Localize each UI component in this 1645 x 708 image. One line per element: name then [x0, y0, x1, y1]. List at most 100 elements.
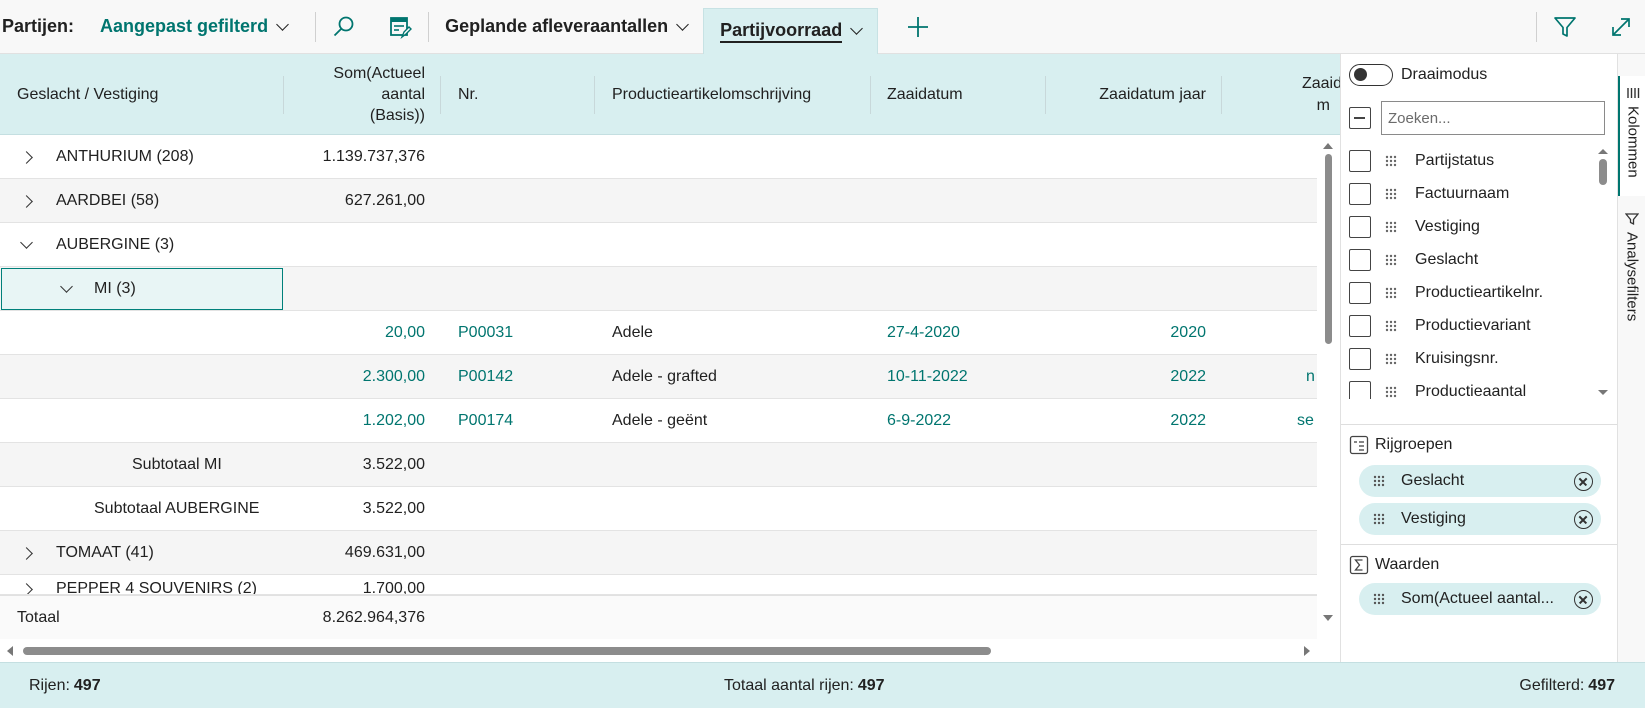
- drag-handle-icon[interactable]: [1385, 386, 1399, 398]
- drag-handle-icon[interactable]: [1385, 287, 1399, 299]
- select-all-checkbox[interactable]: [1349, 107, 1371, 129]
- search-button[interactable]: [324, 7, 364, 47]
- drag-handle-icon[interactable]: [1373, 513, 1387, 525]
- column-checkbox[interactable]: [1349, 347, 1371, 370]
- chevron-down-icon[interactable]: [20, 236, 33, 249]
- add-view-button[interactable]: [898, 7, 938, 47]
- scroll-up-icon[interactable]: [1323, 143, 1333, 149]
- column-divider[interactable]: [283, 76, 284, 114]
- scroll-thumb[interactable]: [23, 647, 991, 655]
- column-checkbox[interactable]: [1349, 314, 1371, 337]
- remove-icon[interactable]: [1574, 472, 1593, 491]
- drag-handle-icon[interactable]: [1385, 188, 1399, 200]
- column-checkbox[interactable]: [1349, 149, 1371, 172]
- column-checkbox[interactable]: [1349, 281, 1371, 304]
- row-group-chip[interactable]: Geslacht: [1359, 465, 1601, 497]
- drag-handle-icon[interactable]: [1373, 475, 1387, 487]
- scroll-right-icon[interactable]: [1304, 646, 1310, 656]
- value-chip[interactable]: Som(Actueel aantal...: [1359, 583, 1601, 615]
- scroll-thumb[interactable]: [1599, 159, 1607, 185]
- panel-scrollbar[interactable]: [1596, 144, 1610, 404]
- row-group-chip[interactable]: Vestiging: [1359, 503, 1601, 535]
- scroll-down-icon[interactable]: [1598, 390, 1608, 395]
- column-item[interactable]: Productievariant: [1349, 309, 1594, 342]
- column-divider[interactable]: [1045, 76, 1046, 114]
- tab-columns[interactable]: Kolommen: [1618, 76, 1645, 196]
- table-row[interactable]: AARDBEI (58) 627.261,00: [0, 179, 1317, 223]
- column-item[interactable]: Partijstatus: [1349, 144, 1594, 177]
- filter-dropdown[interactable]: Aangepast gefilterd: [100, 16, 289, 37]
- column-item[interactable]: Factuurnaam: [1349, 177, 1594, 210]
- chevron-down-icon[interactable]: [60, 280, 73, 293]
- drag-handle-icon[interactable]: [1385, 221, 1399, 233]
- column-panel: Draaimodus Partijstatus Factuurnaam Vest…: [1340, 54, 1618, 662]
- toggle-switch[interactable]: [1349, 64, 1393, 86]
- header-sum[interactable]: Som(Actueel aantal (Basis)): [290, 54, 425, 135]
- selected-cell[interactable]: [1, 268, 283, 310]
- column-item-label: Vestiging: [1415, 217, 1480, 235]
- vertical-scrollbar[interactable]: [1317, 135, 1340, 625]
- header-sowmonth[interactable]: Zaaid m: [1250, 54, 1340, 135]
- header-group[interactable]: Geslacht / Vestiging: [17, 54, 158, 135]
- table-row[interactable]: ANTHURIUM (208) 1.139.737,376: [0, 135, 1317, 179]
- filter-pane-button[interactable]: [1545, 7, 1585, 47]
- column-search-input[interactable]: [1381, 101, 1605, 135]
- cell-nr[interactable]: P00031: [458, 311, 513, 355]
- total-label: Totaal: [17, 609, 60, 626]
- column-divider[interactable]: [594, 76, 595, 114]
- remove-icon[interactable]: [1574, 590, 1593, 609]
- horizontal-scrollbar[interactable]: [0, 639, 1317, 662]
- column-item[interactable]: Productieartikelnr.: [1349, 276, 1594, 309]
- header-nr[interactable]: Nr.: [458, 54, 478, 135]
- expand-button[interactable]: [1601, 7, 1641, 47]
- view-tab-planned[interactable]: Geplande afleveraantallen: [429, 4, 703, 50]
- tab-columns-label: Kolommen: [1624, 106, 1642, 178]
- column-item[interactable]: Productieaantal: [1349, 375, 1594, 399]
- drag-handle-icon[interactable]: [1373, 593, 1387, 605]
- scroll-left-icon[interactable]: [7, 646, 13, 656]
- table-row[interactable]: 2.300,00 P00142 Adele - grafted 10-11-20…: [0, 355, 1317, 399]
- drag-handle-icon[interactable]: [1385, 320, 1399, 332]
- column-item[interactable]: Geslacht: [1349, 243, 1594, 276]
- column-checkbox[interactable]: [1349, 248, 1371, 271]
- column-checkbox[interactable]: [1349, 215, 1371, 238]
- tab-filters[interactable]: Analysefilters: [1618, 206, 1645, 336]
- table-row[interactable]: PEPPER 4 SOUVENIRS (2) 1.700,00: [0, 575, 1317, 595]
- drag-handle-icon[interactable]: [1385, 155, 1399, 167]
- column-checkbox[interactable]: [1349, 182, 1371, 205]
- table-row[interactable]: Subtotaal AUBERGINE 3.522,00: [0, 487, 1317, 531]
- table-row[interactable]: 20,00 P00031 Adele 27-4-2020 2020: [0, 311, 1317, 355]
- edit-list-button[interactable]: [380, 7, 420, 47]
- header-description[interactable]: Productieartikelomschrijving: [612, 54, 811, 135]
- header-sowyear[interactable]: Zaaidatum jaar: [1060, 54, 1206, 135]
- drag-handle-icon[interactable]: [1385, 353, 1399, 365]
- subtotal-sum: 3.522,00: [362, 456, 425, 473]
- table-row[interactable]: 1.202,00 P00174 Adele - geënt 6-9-2022 2…: [0, 399, 1317, 443]
- chevron-right-icon[interactable]: [20, 194, 33, 208]
- group-sum: 627.261,00: [344, 192, 425, 209]
- drag-handle-icon[interactable]: [1385, 254, 1399, 266]
- column-item[interactable]: Vestiging: [1349, 210, 1594, 243]
- table-row[interactable]: AUBERGINE (3): [0, 223, 1317, 267]
- column-item[interactable]: Kruisingsnr.: [1349, 342, 1594, 375]
- column-divider[interactable]: [870, 76, 871, 114]
- cell-nr[interactable]: P00174: [458, 399, 513, 443]
- scroll-up-icon[interactable]: [1598, 149, 1608, 154]
- view-tab-stock[interactable]: Partijvoorraad: [703, 7, 879, 54]
- table-row[interactable]: Subtotaal MI 3.522,00: [0, 443, 1317, 487]
- remove-icon[interactable]: [1574, 510, 1593, 529]
- chevron-right-icon[interactable]: [20, 582, 33, 594]
- header-sowdate[interactable]: Zaaidatum: [887, 54, 963, 135]
- chevron-right-icon[interactable]: [20, 150, 33, 164]
- cell-nr[interactable]: P00142: [458, 355, 513, 399]
- column-divider[interactable]: [440, 76, 441, 114]
- table-row[interactable]: TOMAAT (41) 469.631,00: [0, 531, 1317, 575]
- filtered-label: Gefilterd:: [1519, 677, 1585, 694]
- scroll-down-icon[interactable]: [1323, 615, 1333, 621]
- chevron-right-icon[interactable]: [20, 546, 33, 560]
- table-row[interactable]: MI (3): [0, 267, 1317, 311]
- column-checkbox[interactable]: [1349, 380, 1371, 399]
- scroll-thumb[interactable]: [1325, 154, 1332, 344]
- column-divider[interactable]: [1221, 76, 1222, 114]
- pivot-mode-toggle[interactable]: Draaimodus: [1349, 64, 1487, 86]
